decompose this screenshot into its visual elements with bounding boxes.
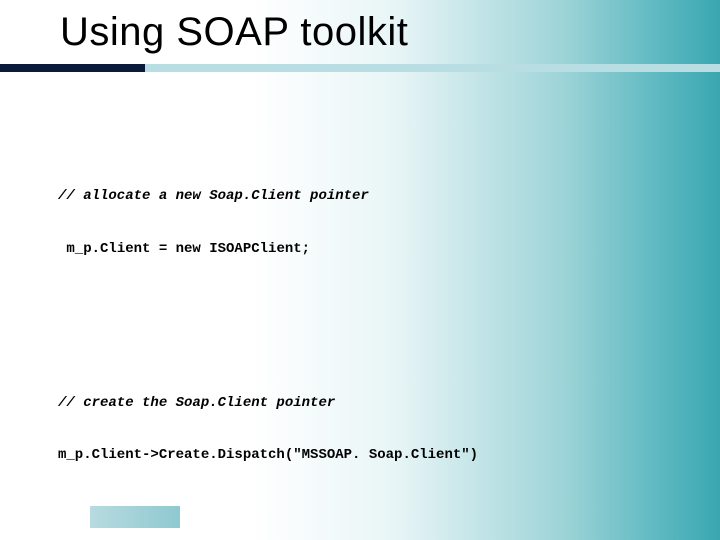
underline-dark-segment xyxy=(0,64,145,72)
slide-title: Using SOAP toolkit xyxy=(60,10,408,55)
code-comment: // create the Soap.Client pointer xyxy=(58,395,668,413)
code-block-allocate: // allocate a new Soap.Client pointer m_… xyxy=(58,153,668,293)
footer-accent xyxy=(90,506,180,528)
slide: Using SOAP toolkit // allocate a new Soa… xyxy=(0,0,720,540)
code-area: // allocate a new Soap.Client pointer m_… xyxy=(58,118,668,540)
code-line: m_p.Client = new ISOAPClient; xyxy=(58,241,668,259)
code-block-create: // create the Soap.Client pointer m_p.Cl… xyxy=(58,360,668,500)
underline-light-segment xyxy=(145,64,720,72)
code-comment: // allocate a new Soap.Client pointer xyxy=(58,188,668,206)
code-line: m_p.Client->Create.Dispatch("MSSOAP. Soa… xyxy=(58,447,668,465)
title-underline xyxy=(0,64,720,74)
